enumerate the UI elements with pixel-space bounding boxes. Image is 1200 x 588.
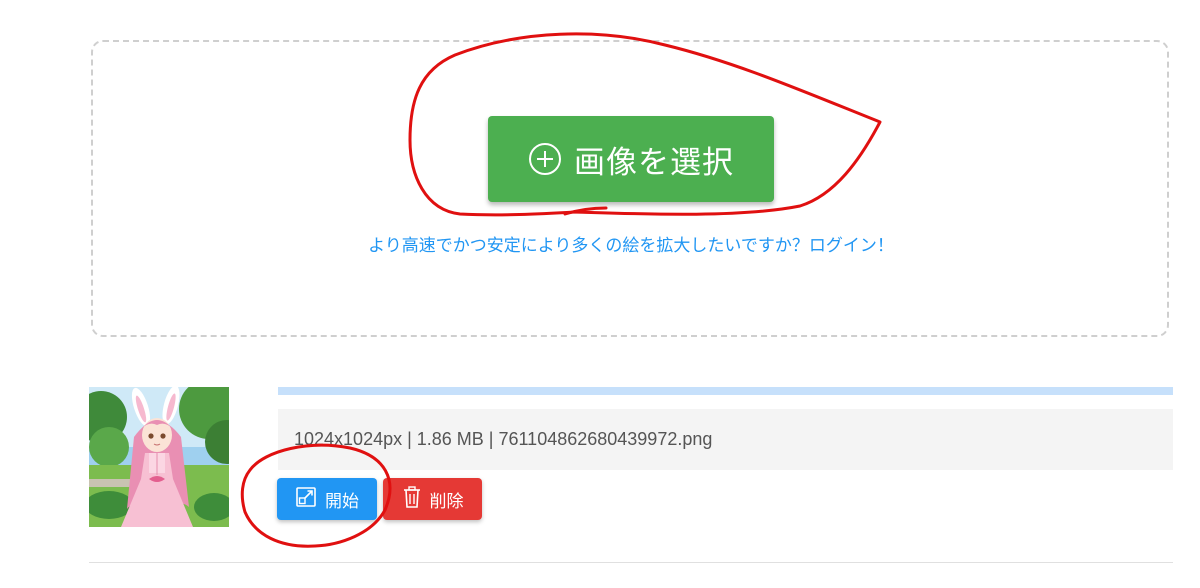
page: 画像を選択 より高速でかつ安定により多くの絵を拡大したいですか？ログイン！ 10…	[0, 0, 1200, 588]
image-thumbnail	[89, 387, 229, 527]
trash-icon	[402, 485, 422, 513]
plus-circle-icon	[528, 142, 562, 176]
file-info: 1024x1024px | 1.86 MB | 7611048626804399…	[278, 409, 1173, 470]
row-divider	[89, 562, 1173, 563]
delete-label: 削除	[429, 491, 464, 512]
open-external-icon	[295, 486, 317, 513]
delete-button[interactable]: 削除	[383, 478, 482, 520]
upload-progress-bar	[278, 387, 1173, 395]
start-label: 開始	[325, 491, 359, 512]
login-hint-link[interactable]: より高速でかつ安定により多くの絵を拡大したいですか？ログイン！	[0, 231, 1200, 256]
upload-progress-fill	[278, 387, 1173, 395]
select-image-label: 画像を選択	[574, 144, 734, 181]
start-button[interactable]: 開始	[277, 478, 377, 520]
select-image-button[interactable]: 画像を選択	[488, 116, 774, 202]
